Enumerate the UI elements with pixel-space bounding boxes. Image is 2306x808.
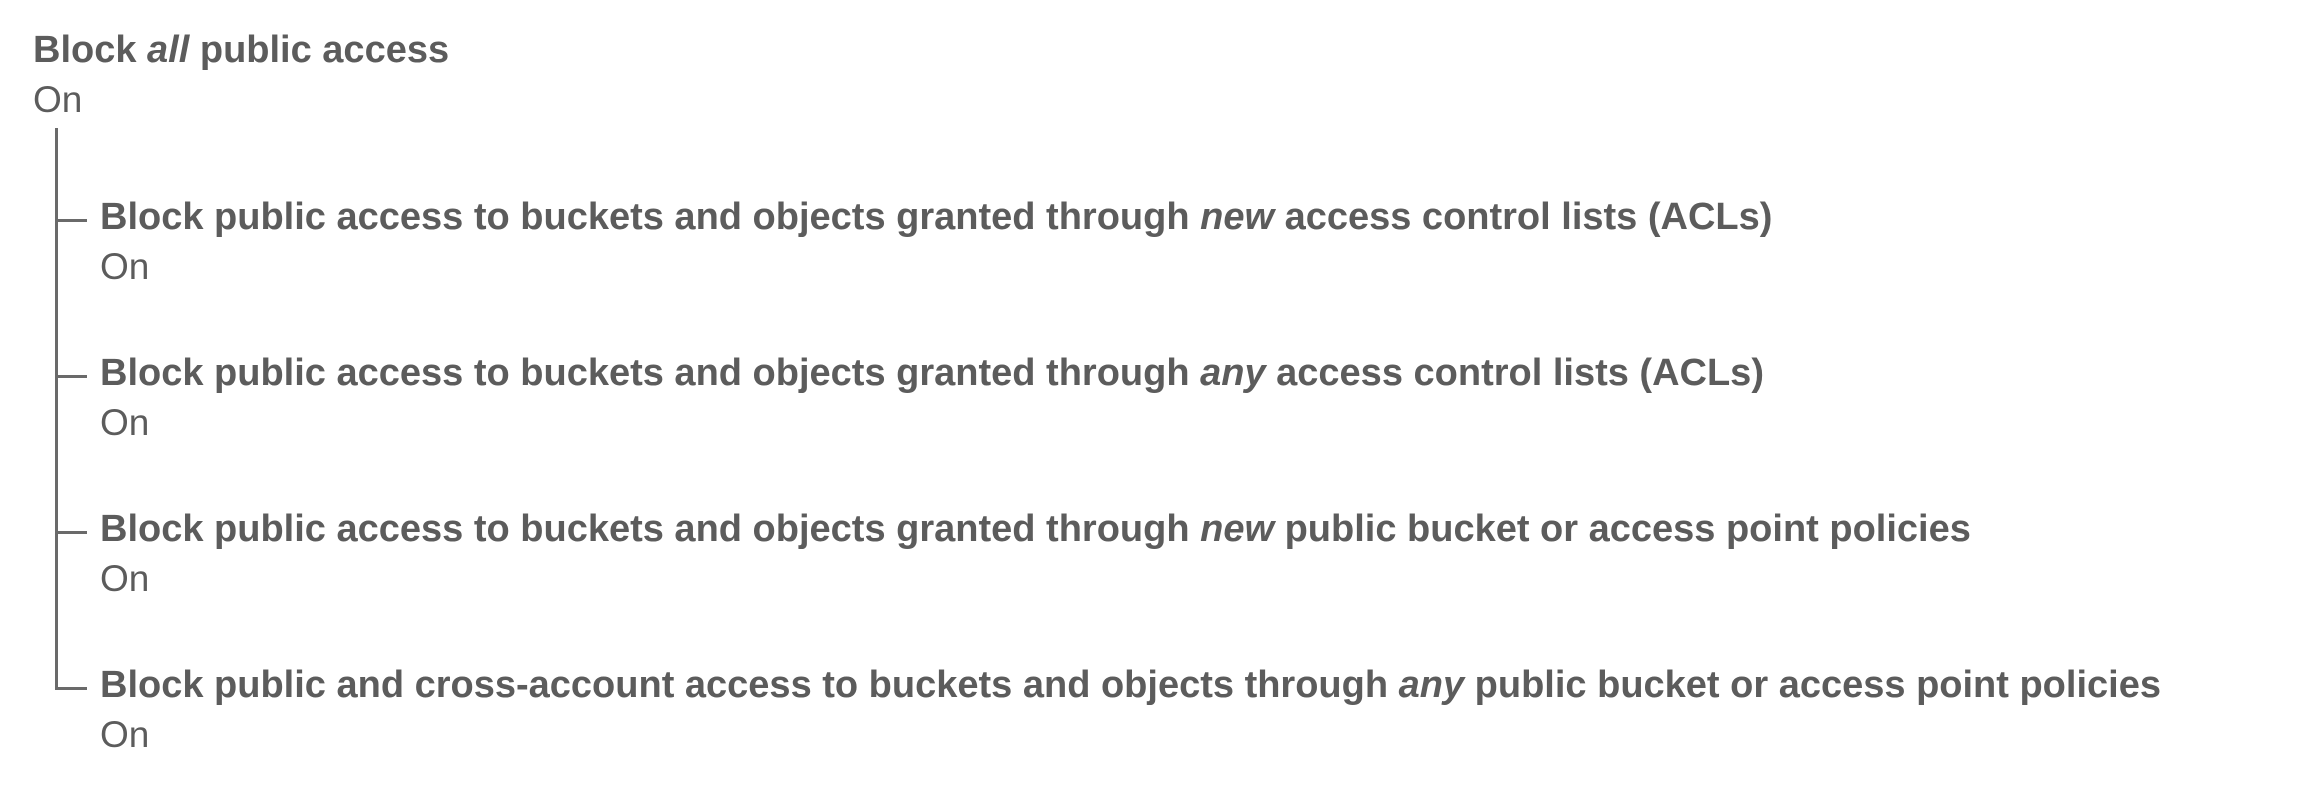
setting-status: On	[100, 402, 150, 443]
setting-title: Block public and cross-account access to…	[100, 659, 2161, 711]
setting-title-post: public bucket or access point policies	[1274, 508, 1971, 550]
tree-branch-connector	[55, 531, 87, 534]
setting-title-pre: Block public access to buckets and objec…	[100, 352, 1201, 394]
setting-title-emphasis: any	[1200, 352, 1266, 394]
setting-title-pre: Block public access to buckets and objec…	[100, 508, 1201, 550]
block-all-public-access: Block all public access On	[33, 24, 449, 124]
setting-title-post: public bucket or access point policies	[1464, 664, 2161, 706]
tree-branch-connector	[55, 687, 87, 690]
setting-title-emphasis: any	[1398, 664, 1465, 706]
block-all-title: Block all public access	[33, 24, 449, 76]
setting-new-acls: Block public access to buckets and objec…	[100, 191, 1772, 291]
setting-title: Block public access to buckets and objec…	[100, 191, 1772, 243]
setting-title-post: access control lists (ACLs)	[1265, 352, 1764, 394]
setting-status: On	[100, 246, 150, 287]
tree-branch-connector	[55, 375, 87, 378]
setting-status: On	[100, 558, 150, 599]
setting-any-acls: Block public access to buckets and objec…	[100, 347, 1764, 447]
block-all-status: On	[33, 79, 83, 120]
setting-title-emphasis: new	[1200, 508, 1275, 550]
setting-title-post: access control lists (ACLs)	[1274, 196, 1773, 238]
block-all-title-pre: Block	[33, 29, 148, 71]
setting-title: Block public access to buckets and objec…	[100, 503, 1971, 555]
setting-title-pre: Block public and cross-account access to…	[100, 664, 1399, 706]
setting-new-policies: Block public access to buckets and objec…	[100, 503, 1971, 603]
tree-vertical-connector	[55, 128, 58, 690]
setting-title: Block public access to buckets and objec…	[100, 347, 1764, 399]
setting-title-pre: Block public access to buckets and objec…	[100, 196, 1201, 238]
setting-status: On	[100, 714, 150, 755]
block-all-title-emphasis: all	[147, 29, 190, 71]
setting-any-policies: Block public and cross-account access to…	[100, 659, 2161, 759]
block-all-title-post: public access	[189, 29, 450, 71]
setting-title-emphasis: new	[1200, 196, 1275, 238]
tree-branch-connector	[55, 219, 87, 222]
